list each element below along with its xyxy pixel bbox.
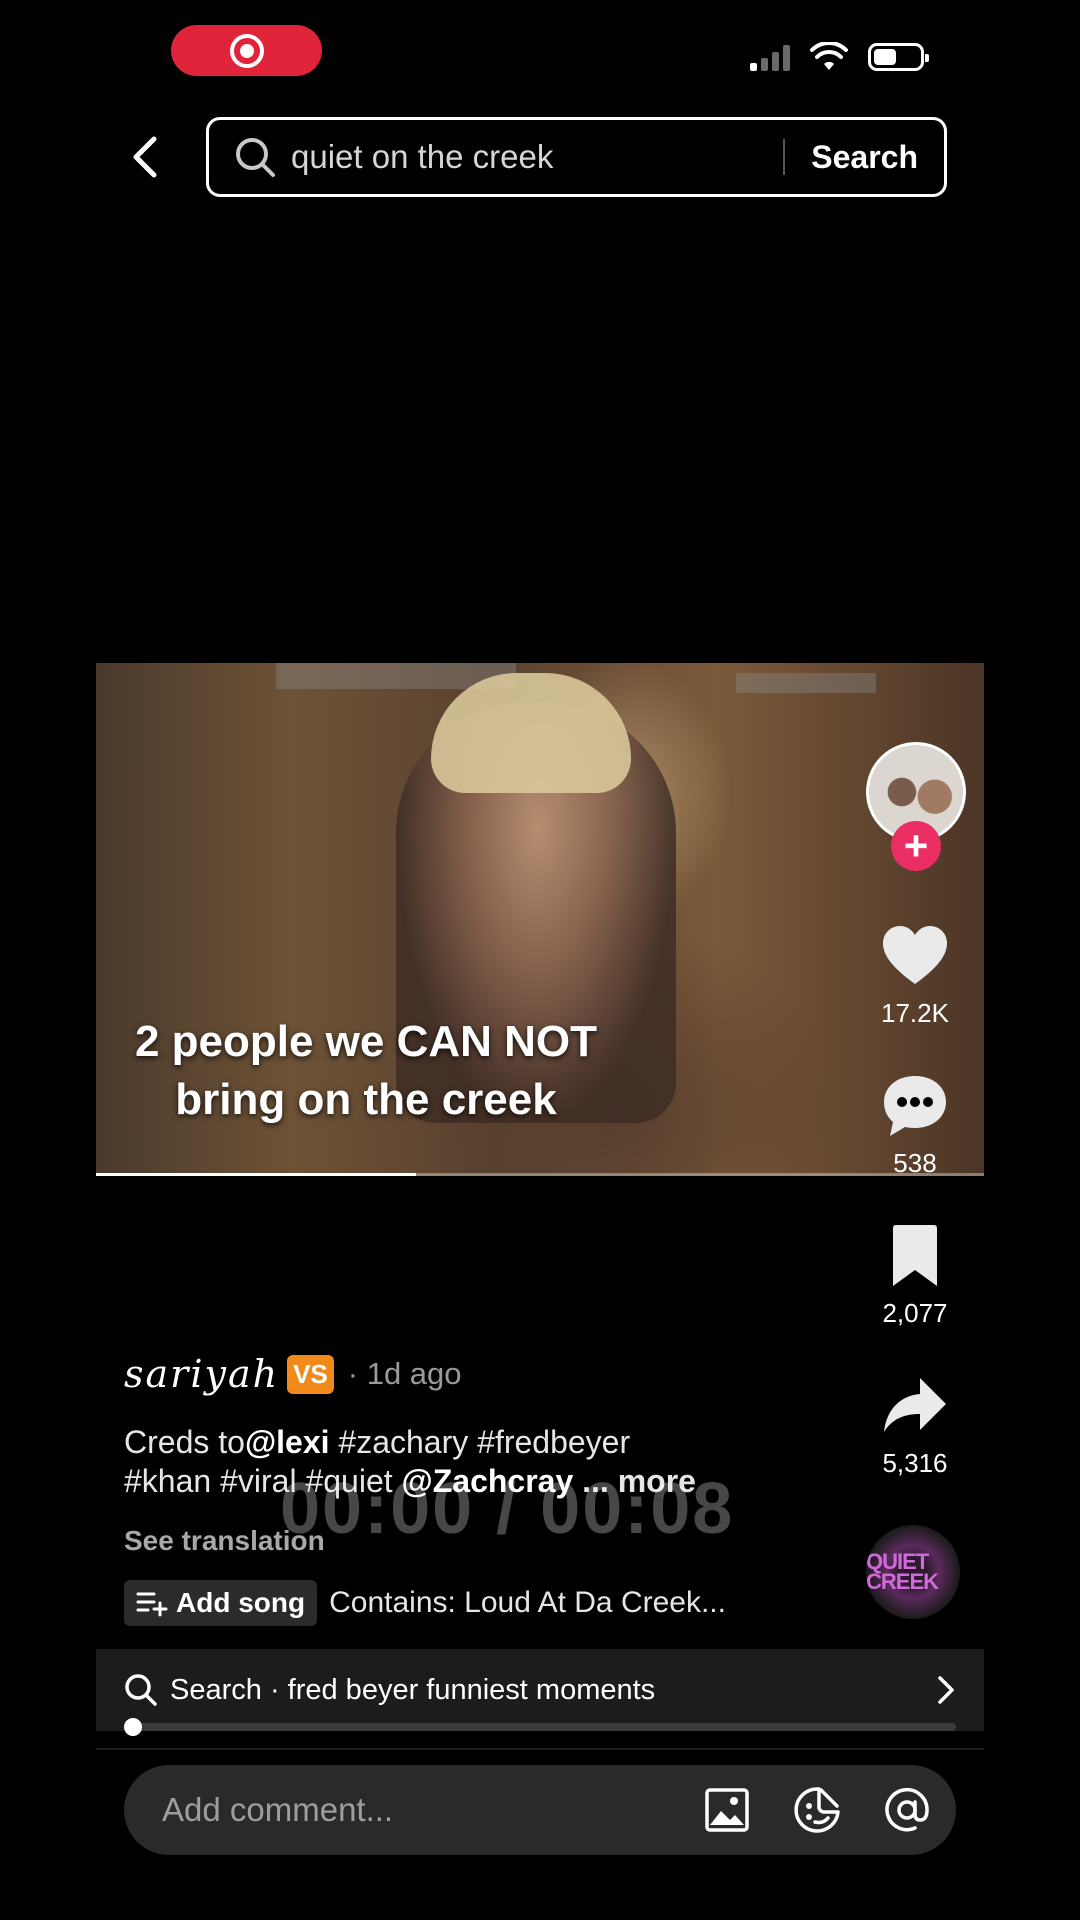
search-icon — [236, 138, 275, 177]
video-player[interactable]: 2 people we CAN NOT bring on the creek — [96, 663, 984, 1176]
mention-link[interactable]: @lexi — [245, 1424, 330, 1460]
bookmark-icon — [893, 1225, 937, 1286]
save-count: 2,077 — [882, 1298, 948, 1328]
heart-icon — [883, 926, 947, 984]
cellular-signal-icon — [750, 43, 790, 71]
comment-bubble-icon — [884, 1076, 946, 1136]
emoji-button[interactable] — [792, 1785, 842, 1835]
song-contains-text[interactable]: Contains: Loud At Da Creek... — [329, 1586, 726, 1620]
comment-button[interactable]: 538 — [860, 1072, 970, 1179]
background-shelf — [736, 673, 876, 693]
share-count: 5,316 — [882, 1448, 948, 1478]
timecode-overlay: 00:00 / 00:08 — [280, 1469, 735, 1549]
see-translation-link[interactable]: See translation — [124, 1525, 325, 1557]
status-icons — [750, 42, 929, 72]
chevron-right-icon — [938, 1676, 954, 1704]
video-progress-bar[interactable] — [96, 1173, 984, 1176]
video-progress-played — [96, 1173, 416, 1176]
like-button[interactable]: 17.2K — [860, 922, 970, 1029]
save-button[interactable]: 2,077 — [860, 1222, 970, 1329]
search-suggestion-text: Search · fred beyer funniest moments — [170, 1673, 656, 1706]
search-button[interactable]: Search — [811, 139, 944, 176]
follow-button[interactable]: + — [891, 821, 941, 871]
battery-icon — [868, 43, 929, 71]
image-icon — [705, 1788, 749, 1832]
search-suggestion-bar[interactable]: Search · fred beyer funniest moments — [96, 1649, 984, 1731]
music-disc-label: QUIET CREEK — [866, 1549, 939, 1594]
search-icon — [125, 1674, 157, 1706]
screen-recording-indicator[interactable] — [171, 25, 322, 76]
search-divider — [783, 139, 786, 175]
add-song-button[interactable]: Add song — [124, 1580, 318, 1626]
like-count: 17.2K — [881, 998, 949, 1028]
wifi-icon — [810, 42, 848, 70]
comment-bar — [124, 1765, 956, 1855]
video-caption: 2 people we CAN NOT bring on the creek — [96, 1013, 636, 1129]
video-caption-line: 2 people we CAN NOT — [134, 1017, 598, 1066]
image-button[interactable] — [702, 1785, 752, 1835]
emoji-icon — [794, 1787, 840, 1833]
vs-badge: VS — [287, 1354, 334, 1394]
post-time: · 1d ago — [347, 1356, 462, 1391]
comment-count: 538 — [893, 1148, 937, 1178]
share-arrow-icon — [884, 1378, 946, 1432]
playlist-add-icon — [136, 1592, 168, 1617]
hashtags[interactable]: #zachary #fredbeyer — [330, 1424, 630, 1460]
desc-prefix: Creds to — [124, 1424, 245, 1460]
search-bar[interactable]: Search — [206, 117, 947, 197]
video-caption-line: bring on the creek — [175, 1075, 557, 1124]
music-disc[interactable]: QUIET CREEK — [866, 1525, 960, 1619]
chevron-left-icon — [133, 136, 157, 178]
comment-input[interactable] — [162, 1791, 662, 1829]
scrubber-knob[interactable] — [124, 1718, 142, 1736]
search-input[interactable] — [291, 138, 774, 176]
battery-level — [874, 49, 896, 65]
author-name[interactable]: sariyah — [124, 1352, 279, 1396]
add-song-label: Add song — [176, 1587, 306, 1618]
divider — [96, 1748, 984, 1750]
video-subject-hair — [431, 673, 631, 793]
mention-button[interactable] — [882, 1785, 932, 1835]
back-button[interactable] — [125, 132, 165, 182]
at-mention-icon — [885, 1787, 929, 1832]
song-row: Add song Contains: Loud At Da Creek... — [124, 1580, 726, 1626]
author-row: sariyah VS · 1d ago — [124, 1352, 462, 1396]
share-button[interactable]: 5,316 — [860, 1372, 970, 1479]
video-scrubber[interactable] — [124, 1718, 956, 1736]
screen-record-icon — [229, 33, 264, 68]
